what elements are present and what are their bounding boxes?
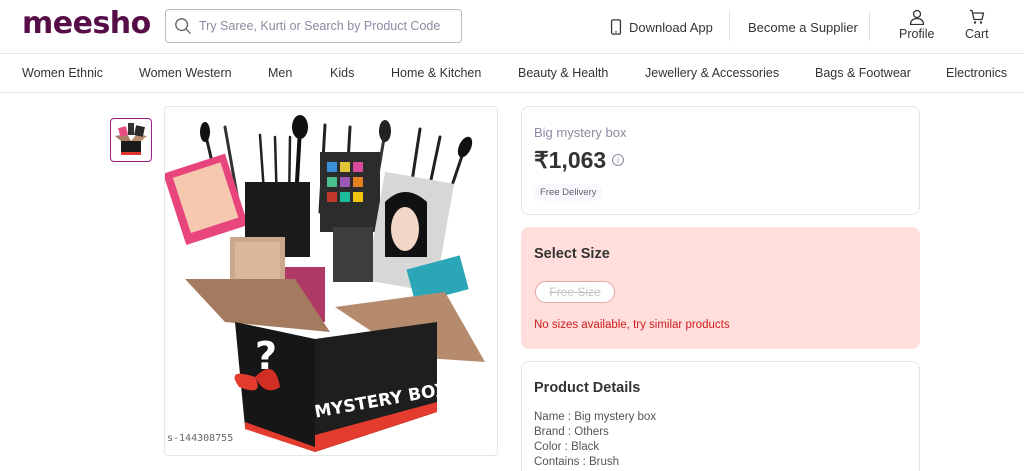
category-electronics[interactable]: Electronics <box>946 66 1007 80</box>
search-input[interactable] <box>199 19 449 33</box>
category-men[interactable]: Men <box>268 66 292 80</box>
cart-label: Cart <box>965 27 989 41</box>
profile-label: Profile <box>899 27 935 41</box>
become-supplier-link[interactable]: Become a Supplier <box>748 0 858 54</box>
detail-name: Name : Big mystery box <box>534 411 657 423</box>
category-beauty-health[interactable]: Beauty & Health <box>518 66 608 80</box>
search-icon <box>175 18 191 34</box>
cart-button[interactable]: Cart <box>965 9 989 41</box>
header-divider <box>869 11 870 41</box>
category-nav: Women Ethnic Women Western Men Kids Home… <box>0 54 1024 93</box>
header-divider <box>729 11 730 41</box>
product-price: ₹1,063 <box>534 147 607 173</box>
product-image: ? MYSTERY BOX <box>164 106 498 456</box>
search-bar[interactable] <box>165 9 462 43</box>
mobile-phone-icon <box>610 19 622 35</box>
product-details-list: Name : Big mystery box Brand : Others Co… <box>534 410 656 470</box>
product-name: Big mystery box <box>534 125 627 140</box>
info-icon[interactable]: i <box>612 154 624 166</box>
product-details-title: Product Details <box>534 380 641 396</box>
download-app-link[interactable]: Download App <box>610 0 713 54</box>
size-option-free-size[interactable]: Free Size <box>535 281 615 303</box>
category-kids[interactable]: Kids <box>330 66 354 80</box>
meesho-logo[interactable]: meesho <box>22 6 151 41</box>
detail-brand: Brand : Others <box>534 426 609 438</box>
category-women-ethnic[interactable]: Women Ethnic <box>22 66 103 80</box>
user-icon <box>909 9 924 25</box>
product-price-card: Big mystery box ₹1,063 i Free Delivery <box>521 106 920 215</box>
product-sku: s-144308755 <box>167 433 234 444</box>
top-header: meesho Download App Become a Supplier Pr… <box>0 0 1024 54</box>
detail-contains: Contains : Brush <box>534 456 620 468</box>
category-women-western[interactable]: Women Western <box>139 66 232 80</box>
category-bags-footwear[interactable]: Bags & Footwear <box>815 66 911 80</box>
download-app-label: Download App <box>629 19 713 35</box>
cart-icon <box>969 9 984 24</box>
product-thumbnail[interactable] <box>110 118 152 162</box>
product-details-card: Product Details Name : Big mystery box B… <box>521 361 920 471</box>
category-jewellery-accessories[interactable]: Jewellery & Accessories <box>645 66 779 80</box>
profile-button[interactable]: Profile <box>899 9 934 41</box>
size-unavailable-message: No sizes available, try similar products <box>534 319 730 331</box>
select-size-card: Select Size Free Size No sizes available… <box>521 227 920 349</box>
free-delivery-badge: Free Delivery <box>534 184 603 201</box>
select-size-title: Select Size <box>534 246 610 262</box>
detail-color: Color : Black <box>534 441 600 453</box>
category-home-kitchen[interactable]: Home & Kitchen <box>391 66 481 80</box>
